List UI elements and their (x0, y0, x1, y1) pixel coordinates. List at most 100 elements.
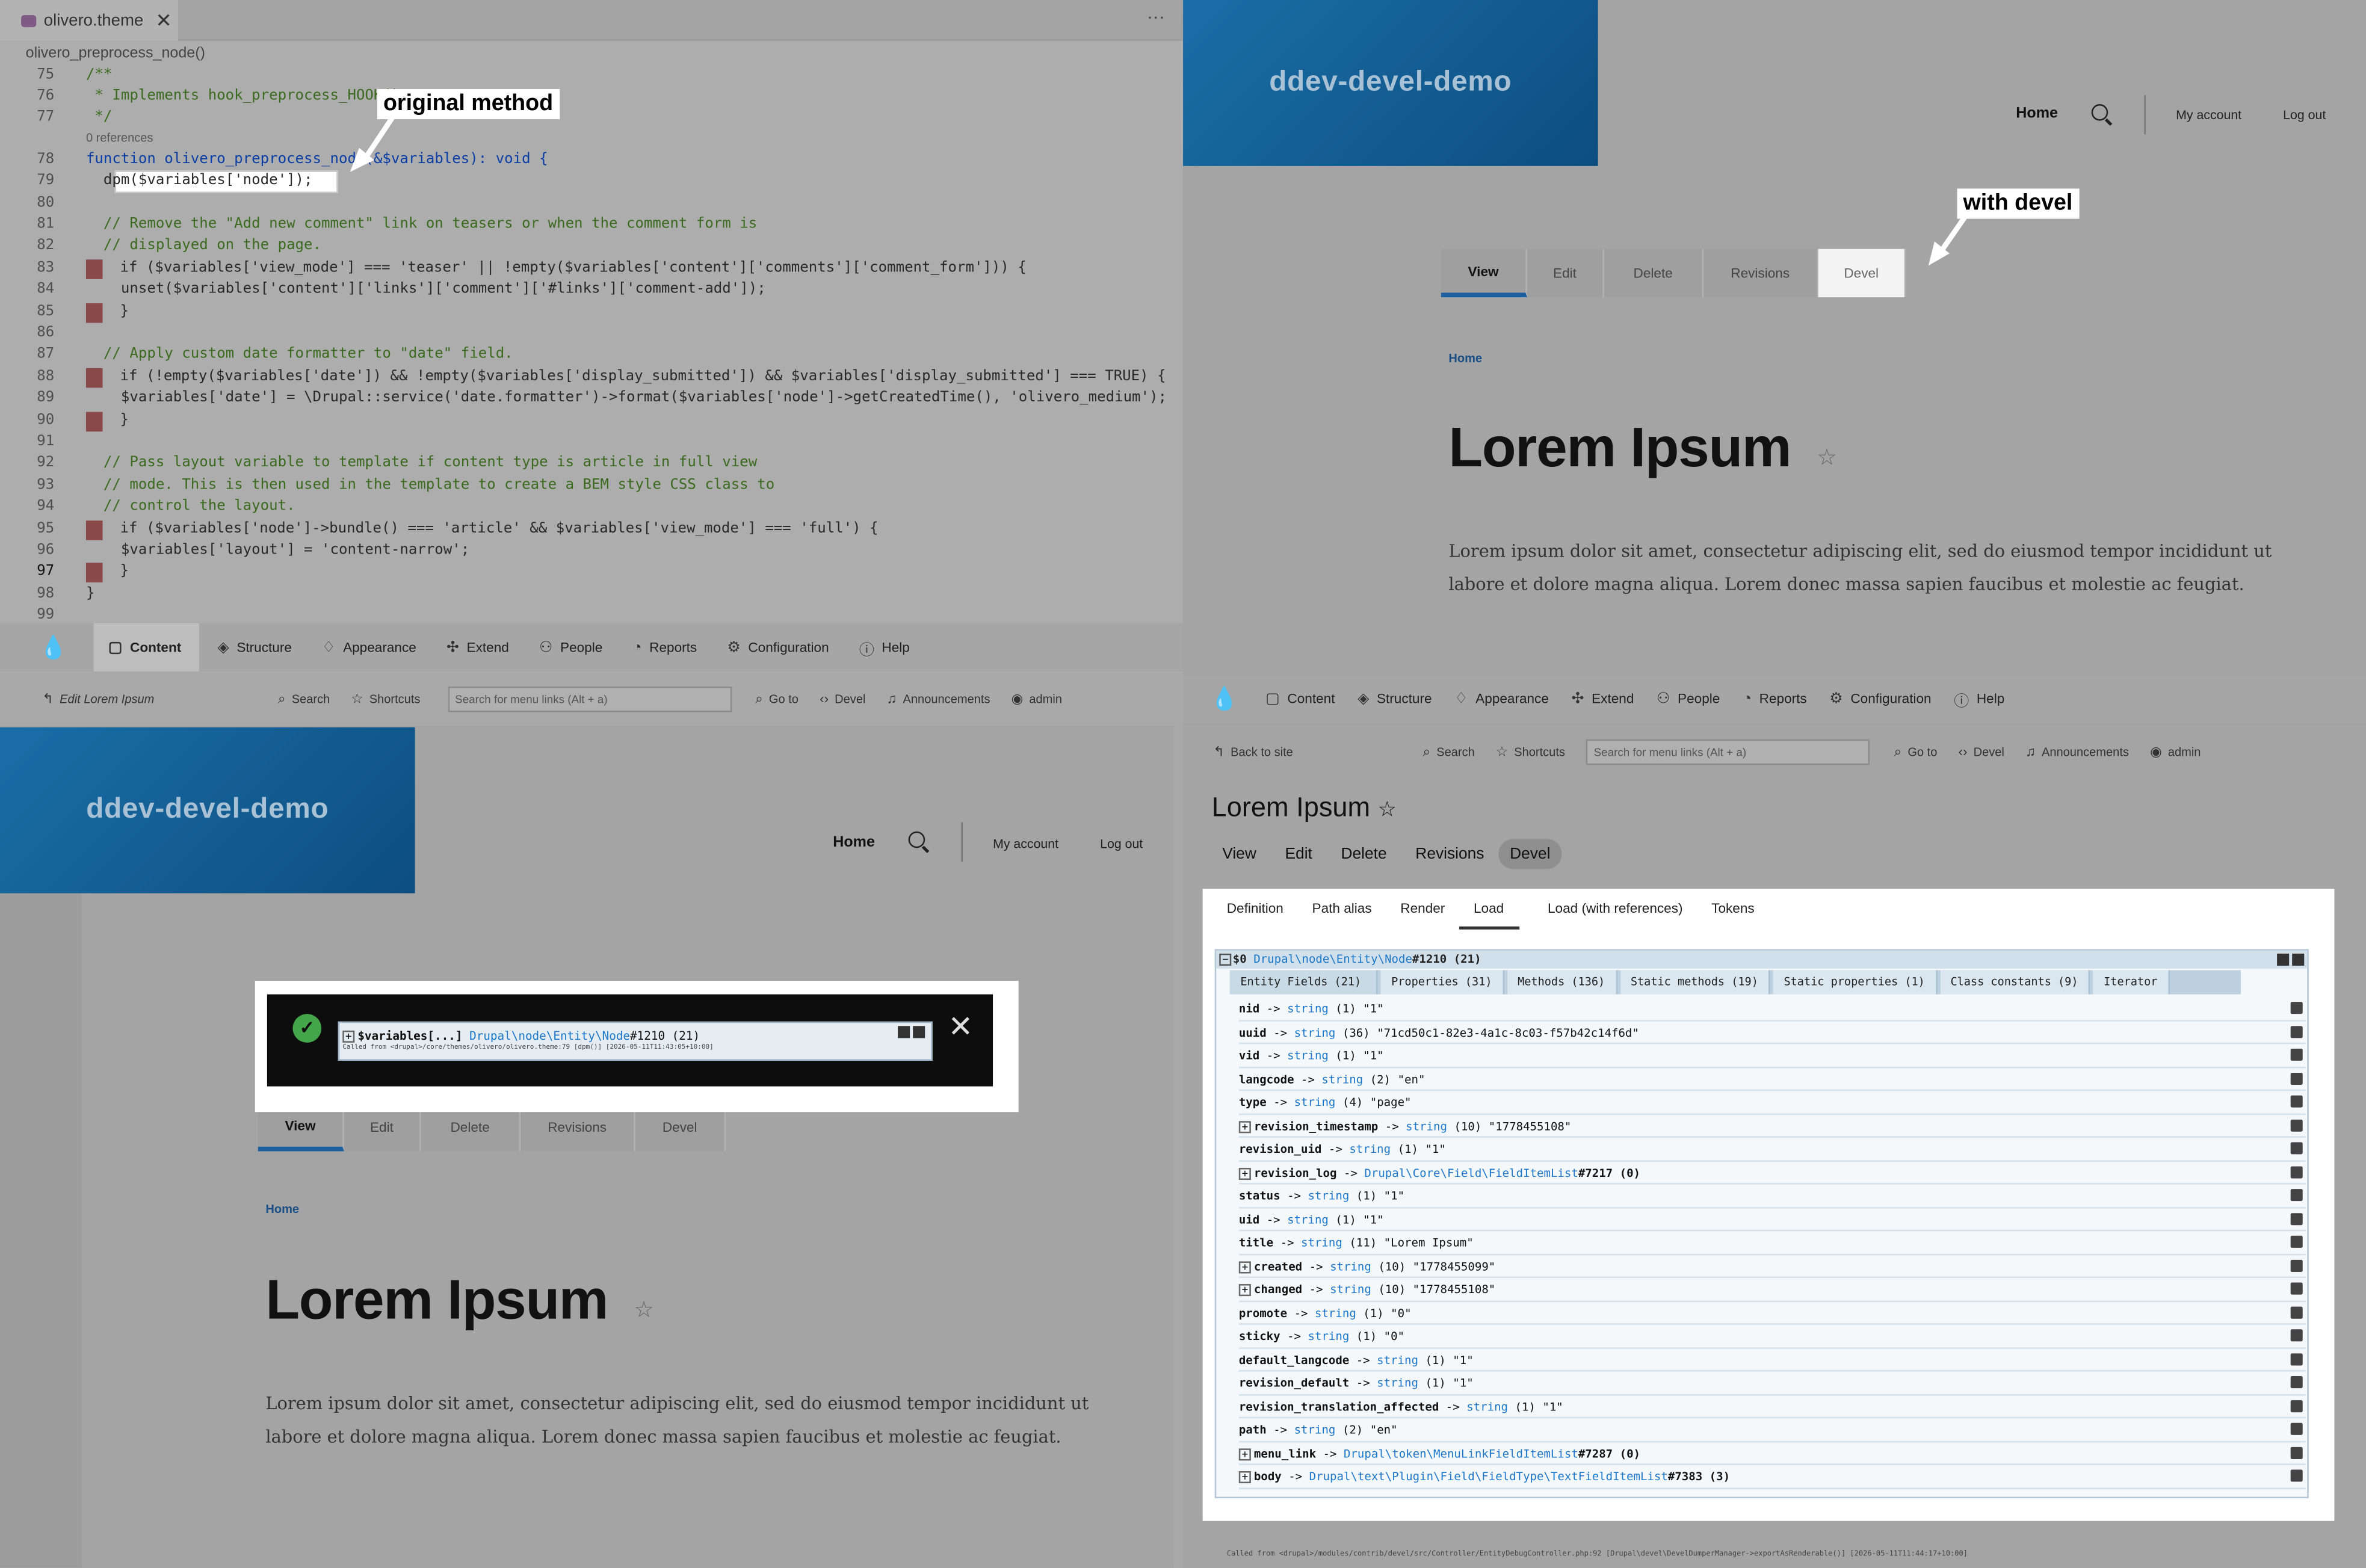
code-line[interactable]: 86 (0, 323, 1183, 344)
breadcrumb[interactable]: Home (1448, 351, 1482, 365)
dump-tab[interactable]: Iterator (2093, 970, 2170, 995)
subbar-goto[interactable]: ⌕ Go to (755, 690, 798, 707)
code-line[interactable]: 81 // Remove the "Add new comment" link … (0, 214, 1183, 236)
code-line[interactable]: 77 */ (0, 108, 1183, 129)
toolbar-appearance[interactable]: ♢ Appearance (322, 639, 416, 656)
search-icon[interactable] (2091, 104, 2108, 121)
access-path-icon[interactable] (2290, 1376, 2303, 1389)
dump-row[interactable]: + created -> string (10) "1778455099" (1238, 1255, 2306, 1279)
expand-icon[interactable]: + (1238, 1284, 1251, 1297)
code-line[interactable]: 75 /** (0, 64, 1183, 86)
subbar-devel[interactable]: ‹› Devel (1959, 744, 2004, 759)
access-path-icon[interactable] (2290, 1119, 2303, 1131)
code-line[interactable]: 90 } (0, 410, 1183, 431)
expand-all-icon[interactable] (2292, 953, 2305, 966)
subbar-admin[interactable]: ◉ admin (1012, 690, 1062, 707)
code-line[interactable]: 94 // control the layout. (0, 496, 1183, 518)
dpm-dump[interactable]: + $variables[...] Drupal\node\Entity\Node… (338, 1021, 933, 1061)
code-line[interactable]: 88 if (!empty($variables['date']) && !em… (0, 366, 1183, 388)
code-line[interactable]: 84 unset($variables['content']['links'][… (0, 279, 1183, 301)
code-line[interactable]: 93 // mode. This is then used in the tem… (0, 475, 1183, 496)
dump-row[interactable]: status -> string (1) "1" (1238, 1185, 2306, 1208)
toolbar-content[interactable]: ▢ Content (1265, 690, 1335, 707)
access-path-icon[interactable] (2290, 1048, 2303, 1061)
admin-tab-edit[interactable]: Edit (1276, 839, 1321, 869)
devel-tab-path-alias[interactable]: Path alias (1312, 901, 1372, 930)
search-icon[interactable] (908, 831, 925, 848)
access-path-icon[interactable] (2290, 1259, 2303, 1271)
dump-tab[interactable]: Class constants (9) (1939, 970, 2090, 995)
subbar-admin[interactable]: ◉ admin (2150, 743, 2201, 760)
dump-row[interactable]: revision_default -> string (1) "1" (1238, 1371, 2306, 1395)
dump-row[interactable]: uid -> string (1) "1" (1238, 1208, 2306, 1232)
nav-my-account[interactable]: My account (993, 836, 1058, 851)
code-line[interactable]: 82 // displayed on the page. (0, 236, 1183, 258)
subbar-announcements[interactable]: ♫ Announcements (887, 691, 990, 706)
access-path-icon[interactable] (2290, 1142, 2303, 1155)
dump-row[interactable]: + menu_link -> Drupal\token\MenuLinkField… (1238, 1442, 2306, 1465)
code-line[interactable]: 79 dpm($variables['node']); (0, 170, 1183, 194)
devel-tab-render[interactable]: Render (1400, 901, 1445, 930)
close-icon[interactable]: ✕ (155, 8, 171, 32)
toolbar-appearance[interactable]: ♢ Appearance (1454, 690, 1549, 707)
dump-tab[interactable]: Entity Fields (21) (1229, 970, 1378, 995)
nav-my-account[interactable]: My account (2176, 107, 2241, 122)
editor-breadcrumb[interactable]: olivero_preprocess_node() (0, 41, 1183, 67)
code-line[interactable]: 99 (0, 605, 1183, 625)
access-path-icon[interactable] (2290, 1422, 2303, 1435)
star-icon[interactable]: ☆ (634, 1296, 654, 1324)
access-path-icon[interactable] (2290, 1353, 2303, 1365)
toolbar-structure[interactable]: ◈ Structure (217, 639, 291, 656)
subbar-goto[interactable]: ⌕ Go to (1894, 743, 1938, 760)
dump-row[interactable]: vid -> string (1) "1" (1238, 1044, 2306, 1068)
subbar-search[interactable]: ⌕ Search (1423, 743, 1475, 760)
dump-row[interactable]: nid -> string (1) "1" (1238, 998, 2306, 1021)
access-path-icon[interactable] (2290, 1212, 2303, 1224)
code-line[interactable]: 97 } (0, 562, 1183, 584)
tab-delete[interactable]: Delete (1604, 248, 1704, 298)
access-path-icon[interactable] (2290, 1282, 2303, 1295)
dump-row[interactable]: + revision_timestamp -> string (10) "1778… (1238, 1114, 2306, 1138)
dump-row[interactable]: + revision_log -> Drupal\Core\Field\Field… (1238, 1161, 2306, 1185)
access-path-icon[interactable] (2290, 1189, 2303, 1202)
toolbar-extend[interactable]: ✣ Extend (1572, 690, 1634, 707)
code-line[interactable]: 92 // Pass layout variable to template i… (0, 453, 1183, 475)
access-path-icon[interactable] (2290, 1002, 2303, 1014)
toolbar-people[interactable]: ⚇ People (539, 639, 602, 656)
toolbar-content[interactable]: ▢ Content (93, 623, 200, 671)
search-dump-icon[interactable] (913, 1026, 925, 1039)
access-path-icon[interactable] (2290, 1329, 2303, 1342)
toolbar-reports[interactable]: ◔ Reports (632, 639, 697, 656)
expand-icon[interactable]: + (1238, 1167, 1251, 1179)
dump-row[interactable]: title -> string (11) "Lorem Ipsum" (1238, 1231, 2306, 1255)
tab-edit[interactable]: Edit (1527, 248, 1604, 298)
dump-header[interactable]: − $0 Drupal\node\Entity\Node#1210 (21) (1216, 950, 2308, 969)
back-to-site-link[interactable]: ↰ Back to site (1213, 743, 1293, 760)
access-path-icon[interactable] (2290, 1469, 2303, 1482)
dump-row[interactable]: langcode -> string (2) "en" (1238, 1067, 2306, 1091)
dump-tab[interactable]: Methods (136) (1507, 970, 1617, 995)
admin-tab-devel[interactable]: Devel (1498, 839, 1563, 869)
access-path-icon[interactable] (2290, 1095, 2303, 1108)
toolbar-people[interactable]: ⚇ People (1657, 690, 1720, 707)
code-line[interactable]: 89 $variables['date'] = \Drupal::service… (0, 388, 1183, 410)
dump-row[interactable]: promote -> string (1) "0" (1238, 1301, 2306, 1325)
dump-tab[interactable]: Static properties (1) (1773, 970, 1937, 995)
search-dump-icon[interactable] (2277, 953, 2290, 966)
access-path-icon[interactable] (2290, 1306, 2303, 1318)
code-lens-references[interactable]: 0 references (86, 131, 153, 145)
access-path-icon[interactable] (2290, 1165, 2303, 1178)
admin-tab-delete[interactable]: Delete (1332, 839, 1395, 869)
nav-log-out[interactable]: Log out (1100, 836, 1143, 851)
toolbar-extend[interactable]: ✣ Extend (446, 639, 509, 656)
toolbar-help[interactable]: ⓘ Help (1954, 687, 2004, 710)
subbar-shortcuts[interactable]: ☆ Shortcuts (351, 690, 420, 707)
dump-row[interactable]: uuid -> string (36) "71cd50c1-82e3-4a1c-… (1238, 1020, 2306, 1045)
subbar-devel[interactable]: ‹› Devel (820, 691, 865, 706)
site-branding[interactable]: ddev-devel-demo (0, 727, 415, 894)
subbar-shortcuts[interactable]: ☆ Shortcuts (1496, 743, 1565, 760)
close-icon[interactable]: ✕ (948, 1008, 973, 1046)
menu-search-input[interactable]: Search for menu links (Alt + a) (1586, 738, 1870, 765)
admin-tab-revisions[interactable]: Revisions (1406, 839, 1493, 869)
code-line[interactable]: 96 $variables['layout'] = 'content-narro… (0, 540, 1183, 561)
